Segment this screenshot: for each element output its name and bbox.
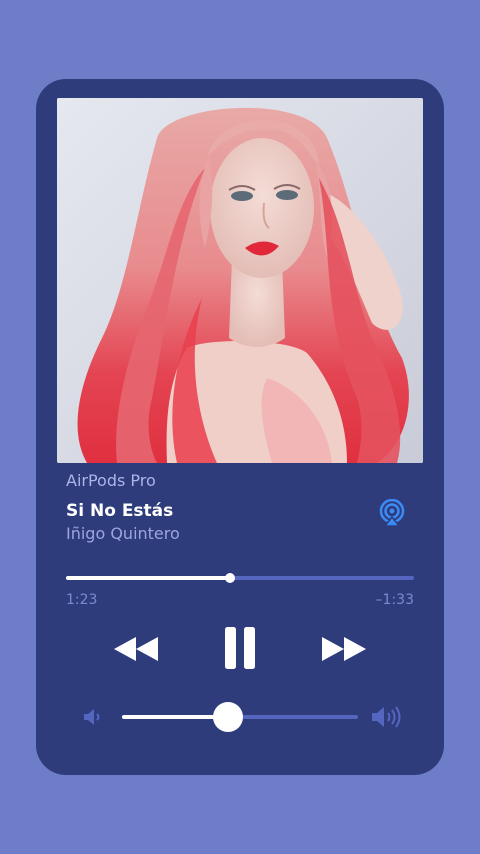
album-artwork [57, 98, 423, 463]
now-playing-card: AirPods Pro Si No Estás Iñigo Quintero 1… [36, 79, 444, 775]
output-device-label: AirPods Pro [66, 471, 156, 490]
remaining-time: –1:33 [375, 592, 414, 608]
progress-fill [66, 576, 230, 580]
artist-name[interactable]: Iñigo Quintero [66, 524, 180, 543]
rewind-icon[interactable] [114, 635, 160, 667]
pause-icon[interactable] [223, 627, 257, 673]
volume-thumb[interactable] [213, 702, 244, 732]
progress-scrubber[interactable] [224, 573, 235, 583]
playback-progress-slider[interactable] [66, 571, 414, 585]
elapsed-time: 1:23 [66, 592, 98, 608]
track-title: Si No Estás [66, 501, 174, 521]
speaker-high-icon[interactable] [370, 705, 402, 733]
airplay-audio-icon[interactable] [378, 498, 406, 527]
volume-slider[interactable] [122, 702, 358, 732]
speaker-low-icon[interactable] [82, 707, 104, 731]
fast-forward-icon[interactable] [320, 635, 366, 667]
